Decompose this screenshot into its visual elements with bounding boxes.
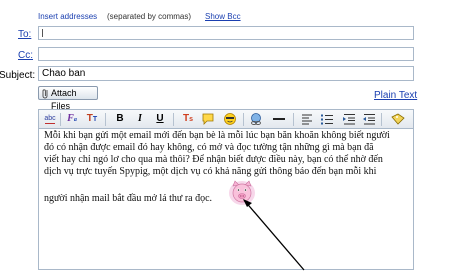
message-line: đó có nhận được email đó hay không, có m… [44, 142, 374, 153]
message-line: dịch vụ trực tuyến Spypig, một dịch vụ c… [44, 166, 377, 177]
subject-input-value: Chao ban [42, 68, 86, 79]
font-icon[interactable]: Fa [65, 112, 79, 126]
insert-addresses-link[interactable]: Insert addresses [38, 12, 97, 21]
bold-icon[interactable]: B [113, 112, 127, 126]
text-color-icon[interactable]: Ts [181, 112, 195, 126]
horizontal-rule-icon[interactable] [272, 112, 286, 126]
indent-icon[interactable] [342, 112, 356, 126]
text-caret [42, 29, 43, 37]
align-left-icon[interactable] [300, 112, 314, 126]
plain-text-link[interactable]: Plain Text [374, 90, 417, 101]
attach-files-button[interactable]: Attach Files [38, 86, 98, 111]
emoticon-icon[interactable] [201, 112, 215, 126]
cc-label[interactable]: Cc: [18, 50, 33, 61]
paperclip-icon [42, 89, 48, 99]
message-line: viết hay chỉ ngó lơ cho qua mà thôi? Để … [44, 154, 383, 165]
formatting-toolbar: abc Fa TT B I U Ts [38, 109, 414, 129]
subject-input[interactable]: Chao ban [38, 66, 414, 81]
subject-label: Subject: [0, 70, 36, 81]
font-size-icon[interactable]: TT [85, 112, 99, 126]
smiley-icon[interactable] [223, 112, 237, 126]
toolbar-separator [381, 113, 382, 126]
outdent-icon[interactable] [362, 112, 376, 126]
toolbar-separator [105, 113, 106, 126]
cc-input[interactable] [38, 47, 414, 61]
list-icon[interactable] [320, 112, 334, 126]
toolbar-separator [243, 113, 244, 126]
toolbar-separator [60, 113, 61, 126]
link-icon[interactable] [249, 112, 263, 126]
italic-icon[interactable]: I [133, 112, 147, 126]
annotation-arrow [243, 199, 305, 271]
toolbar-separator [173, 113, 174, 126]
to-input[interactable] [38, 26, 414, 40]
to-label[interactable]: To: [18, 29, 31, 40]
toolbar-separator [293, 113, 294, 126]
stationery-icon[interactable] [391, 112, 405, 126]
attach-files-label: Attach Files [51, 88, 77, 111]
spell-check-icon[interactable]: abc [43, 112, 57, 126]
show-bcc-link[interactable]: Show Bcc [205, 12, 241, 21]
message-line: Mỗi khi bạn gửi một email mới đến bạn bè… [44, 130, 390, 141]
underline-icon[interactable]: U [153, 112, 167, 126]
separator-hint: (separated by commas) [107, 12, 192, 21]
